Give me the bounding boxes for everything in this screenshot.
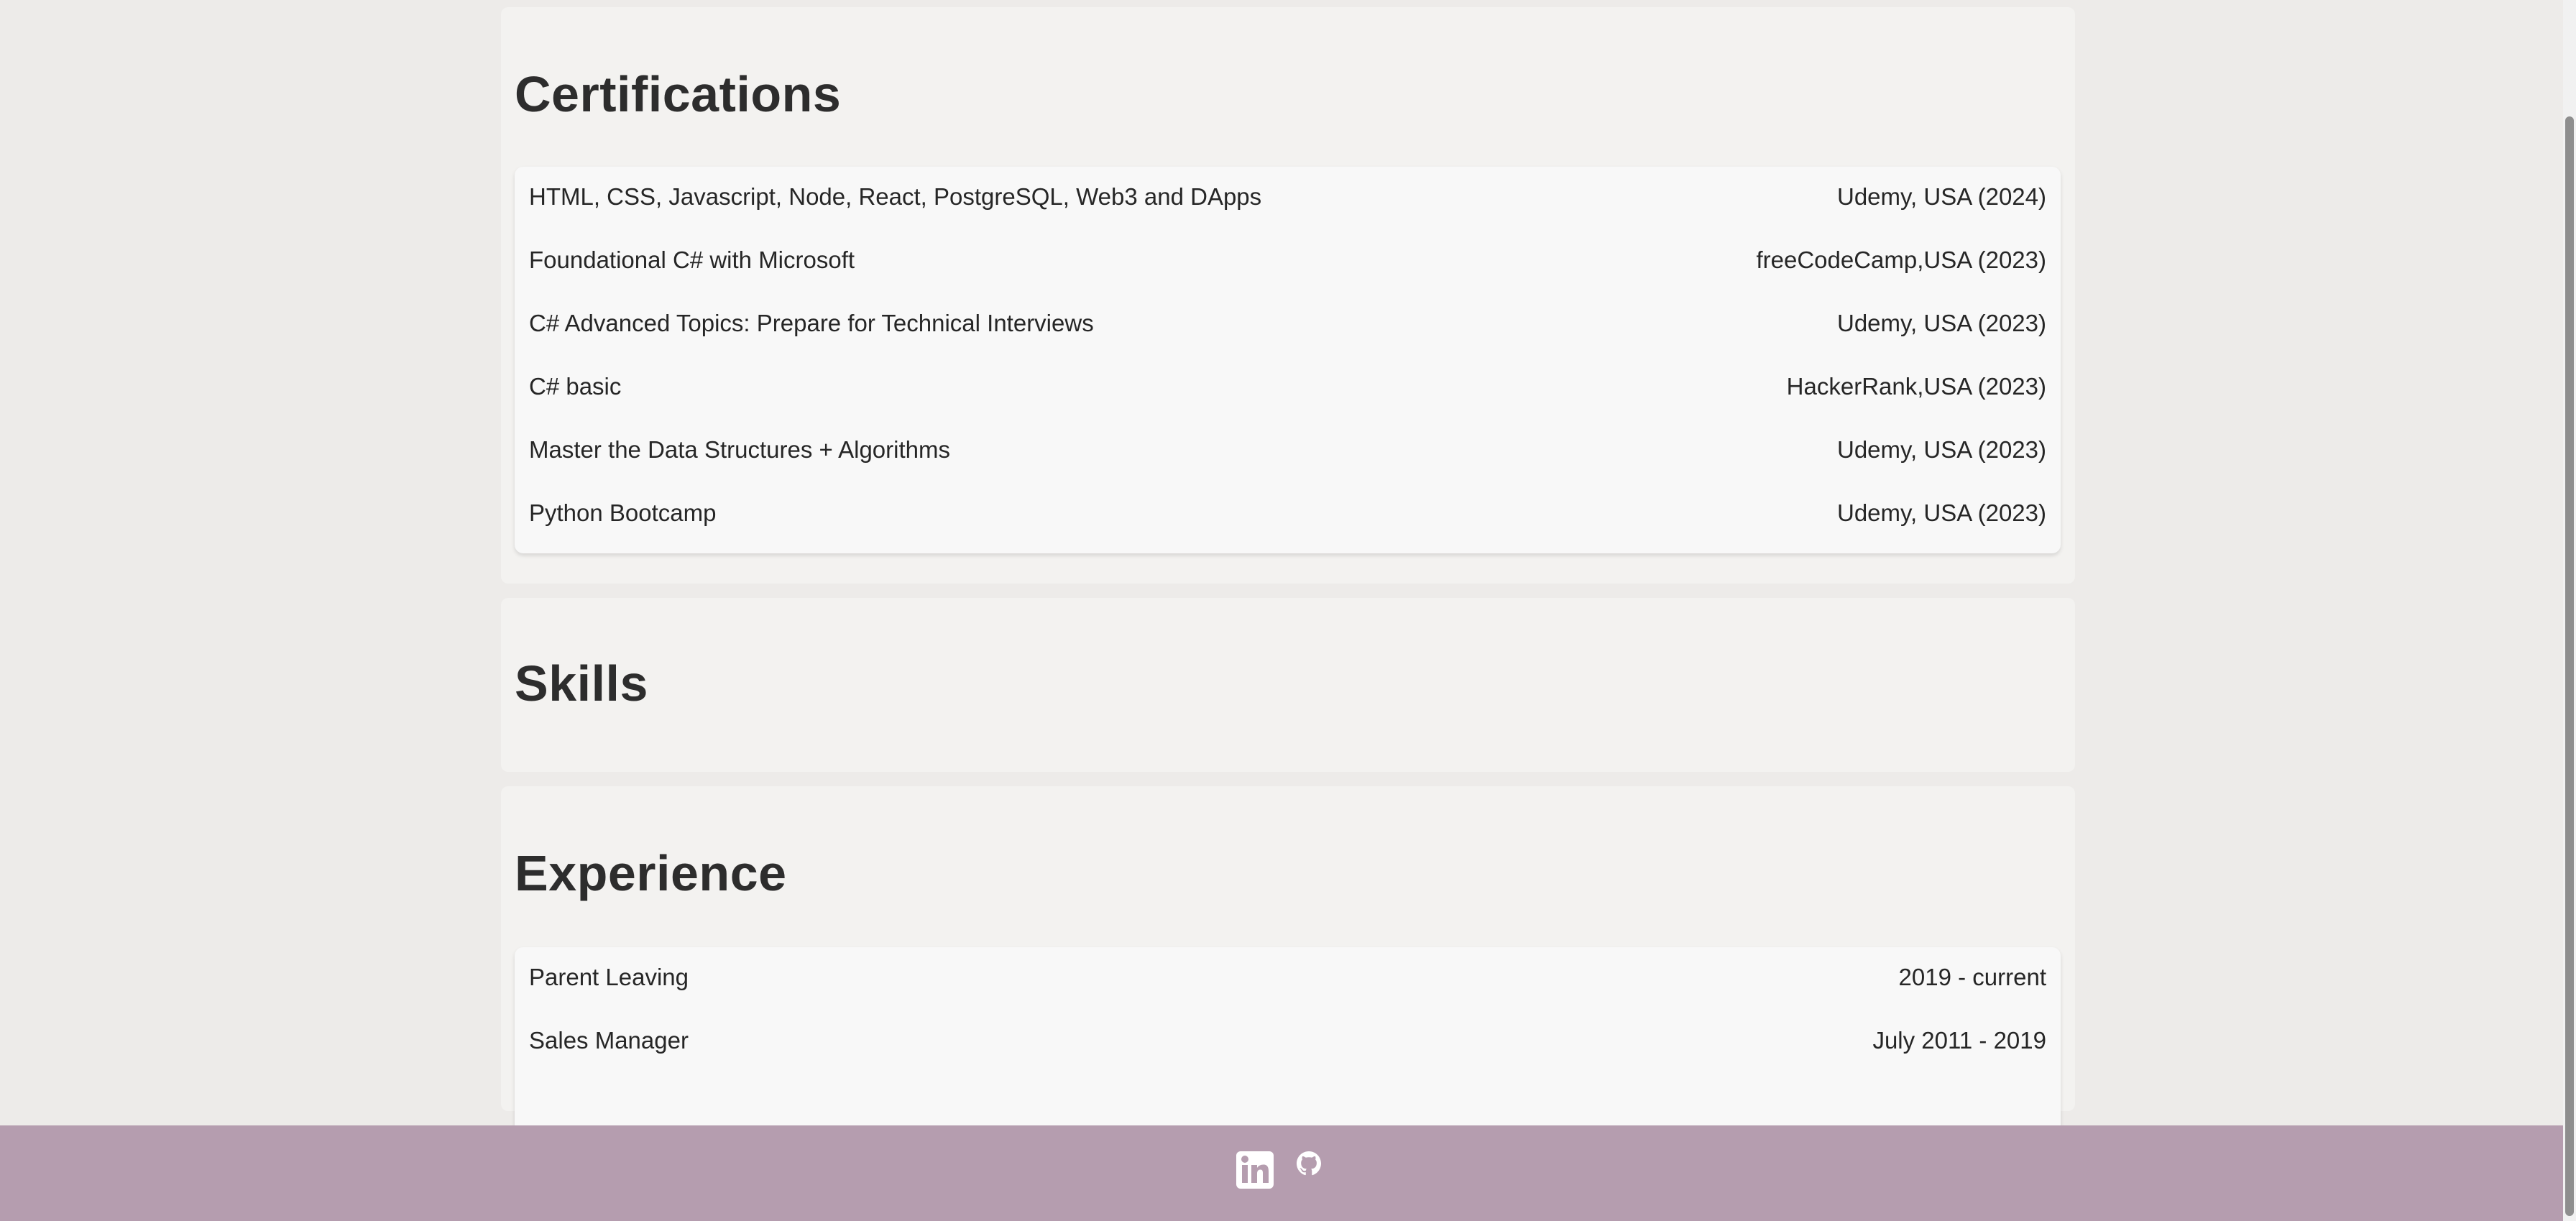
footer xyxy=(0,1125,2563,1221)
list-item: Master the Data Structures + Algorithms … xyxy=(529,421,2046,479)
experience-role: Parent Leaving xyxy=(529,964,689,990)
certification-name: Python Bootcamp xyxy=(529,499,717,526)
list-item: Python Bootcamp Udemy, USA (2023) xyxy=(529,484,2046,542)
social-links xyxy=(1236,1151,1321,1192)
linkedin-icon[interactable] xyxy=(1236,1151,1274,1192)
skills-section: Skills xyxy=(501,598,2075,772)
list-item: Sales Manager July 2011 - 2019 xyxy=(529,1012,2046,1069)
github-icon[interactable] xyxy=(1297,1151,1321,1179)
list-item: C# Advanced Topics: Prepare for Technica… xyxy=(529,295,2046,352)
page: Certifications HTML, CSS, Javascript, No… xyxy=(0,0,2563,1221)
certification-issuer: Udemy, USA (2024) xyxy=(1836,183,2046,210)
experience-period: July 2011 - 2019 xyxy=(1872,1027,2046,1054)
list-item: Parent Leaving 2019 - current xyxy=(529,949,2046,1006)
experience-role: Sales Manager xyxy=(529,1027,689,1054)
certifications-title: Certifications xyxy=(515,66,842,122)
certifications-section: Certifications HTML, CSS, Javascript, No… xyxy=(501,7,2075,584)
certification-issuer: HackerRank,USA (2023) xyxy=(1786,373,2046,400)
certifications-list: HTML, CSS, Javascript, Node, React, Post… xyxy=(515,167,2061,553)
certification-name: HTML, CSS, Javascript, Node, React, Post… xyxy=(529,183,1262,210)
page-scrollbar[interactable] xyxy=(2563,0,2576,1221)
scrollbar-thumb[interactable] xyxy=(2565,116,2574,1216)
certification-issuer: Udemy, USA (2023) xyxy=(1836,499,2046,526)
certification-name: Foundational C# with Microsoft xyxy=(529,246,855,273)
certification-name: Master the Data Structures + Algorithms xyxy=(529,436,950,463)
list-item: HTML, CSS, Javascript, Node, React, Post… xyxy=(529,168,2046,226)
skills-title: Skills xyxy=(515,655,648,711)
certification-issuer: Udemy, USA (2023) xyxy=(1836,310,2046,336)
list-item: C# basic HackerRank,USA (2023) xyxy=(529,358,2046,415)
certification-name: C# basic xyxy=(529,373,622,400)
experience-section: Experience Parent Leaving 2019 - current… xyxy=(501,786,2075,1141)
certification-issuer: freeCodeCamp,USA (2023) xyxy=(1756,246,2046,273)
list-item: Foundational C# with Microsoft freeCodeC… xyxy=(529,231,2046,289)
experience-title: Experience xyxy=(515,845,787,901)
experience-period: 2019 - current xyxy=(1898,964,2046,990)
certification-name: C# Advanced Topics: Prepare for Technica… xyxy=(529,310,1094,336)
certification-issuer: Udemy, USA (2023) xyxy=(1836,436,2046,463)
experience-list: Parent Leaving 2019 - current Sales Mana… xyxy=(515,947,2061,1141)
